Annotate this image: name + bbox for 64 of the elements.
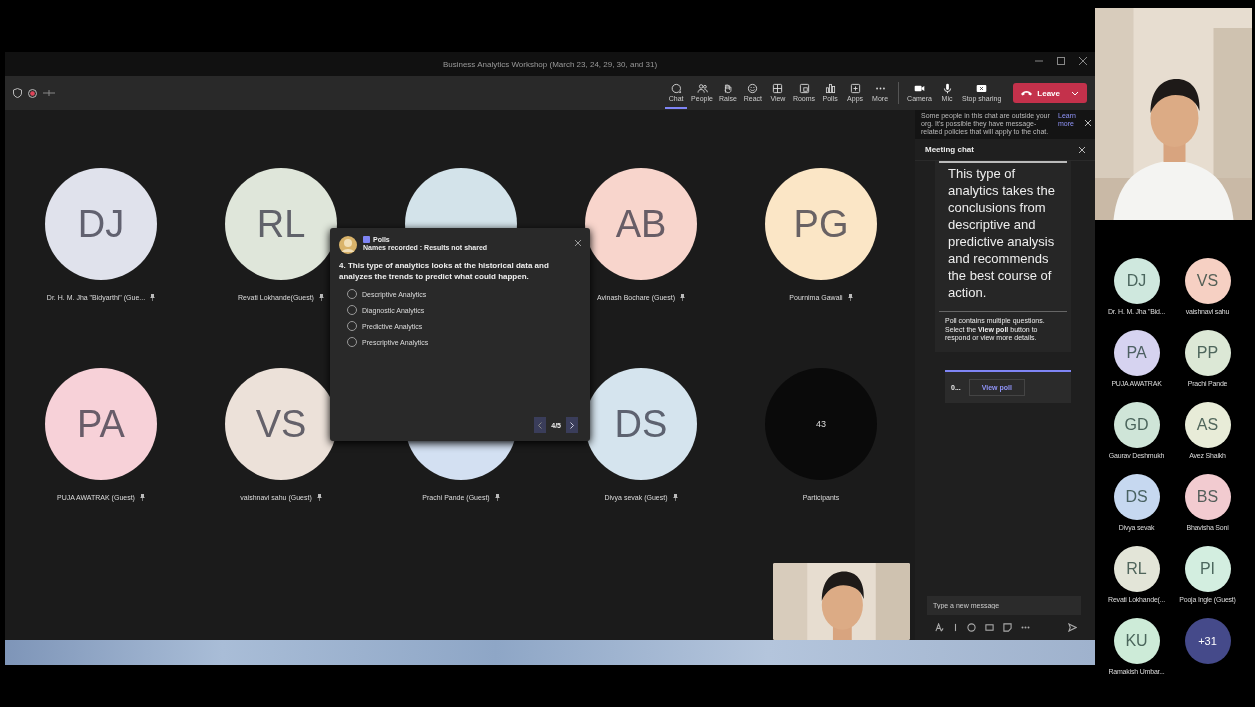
avatar-initials: PA (77, 402, 125, 446)
record-icon[interactable] (28, 88, 37, 98)
more-icon[interactable] (1021, 626, 1030, 629)
avatar-initials: DJ (77, 202, 125, 246)
people-icon (696, 83, 708, 94)
format-icon[interactable] (935, 623, 944, 632)
shield-icon[interactable] (13, 88, 22, 98)
avatar-initials: VS (255, 402, 307, 446)
avatar-initials: DS (614, 402, 668, 446)
plus-square-icon (849, 83, 861, 94)
avatar-initials: GD (1124, 416, 1149, 434)
square-icon (798, 83, 810, 94)
avatar-initials: DJ (1126, 272, 1147, 290)
avatar-initials: PP (1196, 344, 1219, 362)
pin-icon[interactable] (680, 294, 686, 301)
mic-icon (941, 83, 953, 94)
bar-chart-icon (824, 83, 836, 94)
hand-icon (722, 83, 734, 94)
avatar-initials: PA (1126, 344, 1147, 362)
avatar-initials: VS (1196, 272, 1219, 290)
previous-button[interactable] (534, 417, 547, 433)
close-icon[interactable] (1079, 146, 1085, 153)
close-icon[interactable] (575, 240, 581, 246)
camera-icon (914, 83, 926, 94)
chat-icon (670, 83, 682, 94)
sticker-icon[interactable] (1003, 623, 1012, 632)
send-icon[interactable] (1068, 623, 1077, 632)
avatar-initials: 43 (816, 419, 826, 429)
avatar-initials: KU (1125, 632, 1148, 650)
avatar-initials: AB (615, 202, 667, 246)
message-text: This type of analytics takes the conclusions from descriptive and predictive analysis and recommends the best course of action. (948, 165, 1056, 302)
avatar-initials: DS (1125, 488, 1148, 506)
avatar-initials: RL (256, 202, 306, 246)
leave-button[interactable]: Leave (1013, 83, 1087, 103)
pin-icon[interactable] (494, 494, 500, 501)
avatar-initials: +31 (1198, 635, 1217, 647)
dash-icon (43, 90, 55, 96)
close-icon[interactable] (1085, 120, 1091, 126)
pin-icon[interactable] (139, 494, 145, 501)
polls-app-icon (363, 236, 370, 243)
avatar-initials: PG (793, 202, 849, 246)
avatar-initials: BS (1196, 488, 1219, 506)
caret-icon[interactable] (1071, 90, 1079, 96)
avatar-initials: RL (1126, 560, 1147, 578)
pin-icon[interactable] (316, 494, 322, 501)
chevron-right-icon (570, 421, 574, 429)
next-button[interactable] (566, 417, 578, 433)
pin-icon[interactable] (847, 294, 853, 301)
close-icon[interactable] (1079, 57, 1087, 65)
avatar-initials: AS (1196, 416, 1219, 434)
chevron-left-icon (538, 421, 543, 429)
smiley-icon (747, 83, 759, 94)
grid-icon (772, 83, 784, 94)
screen-icon (976, 83, 988, 94)
pin-icon[interactable] (318, 294, 324, 301)
panel-title: Meeting chat (925, 145, 974, 154)
avatar-picture-icon (339, 236, 357, 254)
pin-icon[interactable] (672, 494, 678, 501)
maximize-icon[interactable] (1057, 57, 1065, 65)
avatar-initials: PI (1199, 560, 1216, 578)
window-title: Business Analytics Workshop (March 23, 24, 29, 30, and 31) (442, 59, 658, 69)
phone-icon (1021, 90, 1033, 96)
pin-icon[interactable] (150, 294, 156, 301)
poll-question: 4. This type of analytics looks at the historical data and analyzes the trends to predict what could happen. (339, 260, 550, 282)
